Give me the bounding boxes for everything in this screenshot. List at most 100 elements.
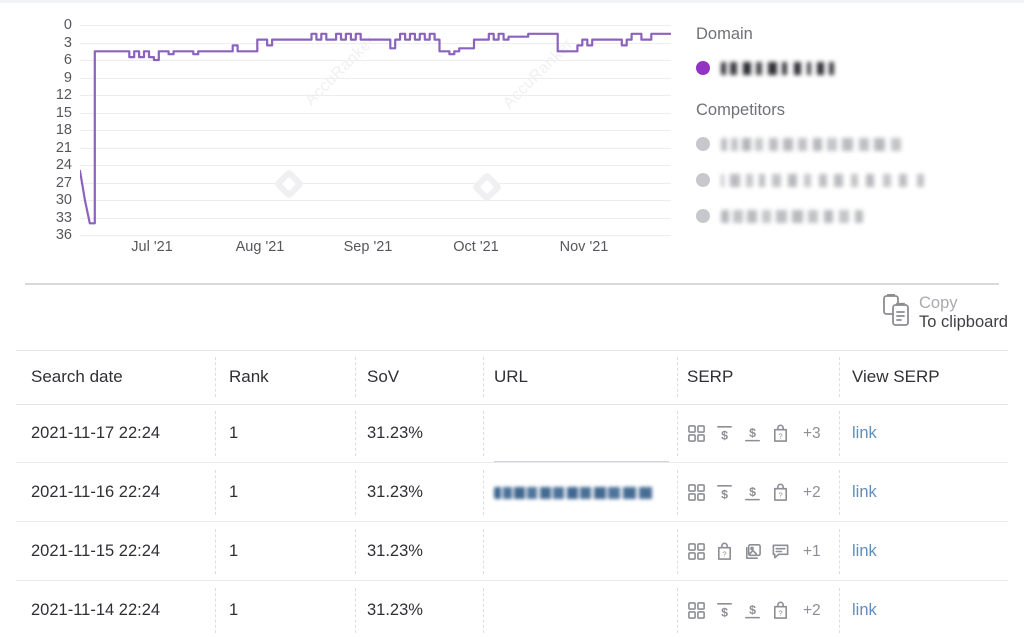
svg-text:?: ? xyxy=(778,432,782,441)
cell-rank: 1 xyxy=(229,424,239,442)
cell-serp-features[interactable]: $ $? +2 xyxy=(687,463,842,522)
column-separator-4 xyxy=(677,529,678,574)
serp-icon-group: $ $? +2 xyxy=(687,601,821,620)
legend-dot-competitor-2 xyxy=(696,173,710,187)
column-separator-3 xyxy=(483,470,484,515)
y-axis-tick-27: 27 xyxy=(55,174,72,191)
view-serp-link[interactable]: link xyxy=(852,601,877,620)
cell-url[interactable] xyxy=(494,404,669,463)
column-header-sov[interactable]: SoV xyxy=(367,350,482,404)
legend-domain-title: Domain xyxy=(696,25,753,43)
legend-dot-competitor-3 xyxy=(696,209,710,223)
serp-icon-group: $ $? +3 xyxy=(687,424,821,443)
y-axis-tick-12: 12 xyxy=(55,86,72,103)
legend-label-competitor-3-redacted xyxy=(721,209,863,223)
y-axis-tick-0: 0 xyxy=(63,16,72,33)
cell-view-serp[interactable]: link xyxy=(852,404,1002,463)
column-separator-3 xyxy=(483,411,484,456)
copy-label-line2: To clipboard xyxy=(919,313,1008,332)
legend-item-competitor-1[interactable] xyxy=(696,131,1016,157)
cell-rank: 1 xyxy=(229,601,239,619)
legend-item-competitor-3[interactable] xyxy=(696,203,1016,229)
ads-top-icon: $ xyxy=(717,485,732,502)
legend-item-competitor-2[interactable] xyxy=(696,167,1016,193)
legend-dot-competitor-1 xyxy=(696,137,710,151)
column-separator-3 xyxy=(483,588,484,633)
serp-more-count: +3 xyxy=(803,424,821,442)
legend-competitors-title: Competitors xyxy=(696,101,785,119)
ads-bottom-icon: $ xyxy=(745,485,760,501)
view-serp-link[interactable]: link xyxy=(852,424,877,443)
x-axis-tick-1: Aug '21 xyxy=(235,239,285,255)
comment-icon xyxy=(772,544,789,559)
y-axis-tick-30: 30 xyxy=(55,191,72,208)
column-separator-4 xyxy=(677,588,678,633)
cell-search-date: 2021-11-15 22:24 xyxy=(31,542,161,560)
x-axis-tick-2: Sep '21 xyxy=(343,239,393,255)
chart-legend: Domain Competitors xyxy=(696,25,1016,235)
svg-text:$: $ xyxy=(721,429,728,443)
x-axis-tick-3: Oct '21 xyxy=(453,239,499,255)
rank-tracking-page: 0 3 6 9 12 15 18 21 24 27 30 33 36 AccuRanker AccuRa… xyxy=(0,0,1024,637)
cell-url[interactable] xyxy=(494,522,669,581)
grid-icon xyxy=(688,543,705,560)
y-axis-tick-6: 6 xyxy=(63,51,72,68)
ads-bottom-icon: $ xyxy=(745,426,760,442)
cell-search-date: 2021-11-14 22:24 xyxy=(31,601,161,619)
serp-icon-group: $ $? +2 xyxy=(687,483,821,502)
svg-text:?: ? xyxy=(722,550,726,559)
view-serp-link[interactable]: link xyxy=(852,483,877,502)
y-axis-tick-21: 21 xyxy=(55,139,72,156)
column-header-rank[interactable]: Rank xyxy=(229,350,354,404)
column-header-url[interactable]: URL xyxy=(494,350,669,404)
y-axis-tick-24: 24 xyxy=(55,156,72,173)
copy-label-line1: Copy xyxy=(919,294,958,312)
rank-line-chart xyxy=(80,25,671,235)
serp-more-count: +2 xyxy=(803,483,821,501)
cell-serp-features[interactable]: ? +1 xyxy=(687,522,842,581)
column-separator-2 xyxy=(355,529,356,574)
serp-more-count: +1 xyxy=(803,542,821,560)
ads-top-icon: $ xyxy=(717,426,732,443)
image-stack-icon xyxy=(745,544,761,559)
url-text-redacted xyxy=(494,428,627,440)
table-row[interactable]: 2021-11-16 22:24 1 31.23% $ $? +2 link xyxy=(16,463,1008,522)
cell-view-serp[interactable]: link xyxy=(852,463,1002,522)
legend-label-competitor-2-redacted xyxy=(721,173,931,187)
grid-icon xyxy=(688,425,705,442)
url-text-redacted xyxy=(494,546,634,558)
cell-serp-features[interactable]: $ $? +2 xyxy=(687,581,842,637)
column-separator-4 xyxy=(677,470,678,515)
table-row[interactable]: 2021-11-14 22:24 1 31.23% $ $? +2 link xyxy=(16,581,1008,637)
chart-area: 0 3 6 9 12 15 18 21 24 27 30 33 36 AccuRanker AccuRa… xyxy=(30,18,675,255)
chart-table-divider xyxy=(25,283,999,285)
svg-text:$: $ xyxy=(721,488,728,502)
column-separator-4 xyxy=(677,357,678,397)
cell-url[interactable] xyxy=(494,463,669,522)
svg-text:$: $ xyxy=(749,426,756,440)
column-header-serp[interactable]: SERP xyxy=(687,350,842,404)
svg-text:$: $ xyxy=(749,603,756,617)
y-axis-tick-36: 36 xyxy=(55,226,72,243)
cell-view-serp[interactable]: link xyxy=(852,581,1002,637)
cell-url[interactable] xyxy=(494,581,669,637)
svg-text:?: ? xyxy=(778,609,782,618)
rank-history-chart-panel: 0 3 6 9 12 15 18 21 24 27 30 33 36 AccuRanker AccuRa… xyxy=(0,3,1024,285)
copy-label-group: Copy To clipboard xyxy=(919,294,1008,333)
view-serp-link[interactable]: link xyxy=(852,542,877,561)
column-header-view-serp[interactable]: View SERP xyxy=(852,350,1002,404)
cell-sov: 31.23% xyxy=(367,542,423,560)
cell-view-serp[interactable]: link xyxy=(852,522,1002,581)
cell-serp-features[interactable]: $ $? +3 xyxy=(687,404,842,463)
shopping-question-icon: ? xyxy=(773,601,788,619)
serp-more-count: +2 xyxy=(803,601,821,619)
table-row[interactable]: 2021-11-17 22:24 1 31.23% $ $? +3 link xyxy=(16,404,1008,463)
chart-plot-area: AccuRanker AccuRanker xyxy=(80,25,671,236)
column-separator-3 xyxy=(483,529,484,574)
cell-rank: 1 xyxy=(229,483,239,501)
table-body: 2021-11-17 22:24 1 31.23% $ $? +3 link 2021-11-… xyxy=(16,404,1008,637)
column-header-search-date[interactable]: Search date xyxy=(31,350,216,404)
table-row[interactable]: 2021-11-15 22:24 1 31.23%? +1 link xyxy=(16,522,1008,581)
legend-item-domain[interactable] xyxy=(696,55,1016,81)
copy-to-clipboard-button[interactable]: Copy To clipboard xyxy=(882,293,1008,333)
